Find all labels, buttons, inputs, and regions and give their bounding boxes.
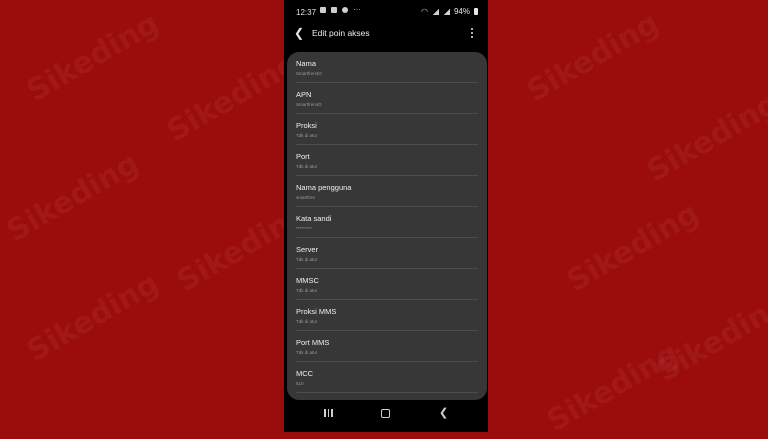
watermark-text: Sikeding <box>641 85 768 190</box>
setting-row[interactable]: Proksi Tdk di atur <box>296 114 478 145</box>
back-arrow-icon[interactable]: ❮ <box>294 26 304 40</box>
setting-label: MMSC <box>296 276 319 285</box>
setting-value: Smartfren4G <box>296 102 322 107</box>
setting-label: APN <box>296 90 312 99</box>
setting-value: Tdk di atur <box>296 257 318 262</box>
upload-icon <box>320 7 326 13</box>
watermark-text: Sikeding <box>651 285 768 390</box>
more-vert-icon[interactable] <box>471 28 474 40</box>
home-icon[interactable] <box>381 409 390 418</box>
setting-value: smartfren <box>296 195 316 200</box>
setting-value: Smartfren4G <box>296 71 322 76</box>
watermark-text: Sikeding <box>1 145 145 250</box>
setting-label: Port <box>296 152 310 161</box>
watermark-text: Sikeding <box>541 335 685 439</box>
status-bar: 12:37 ··· ◠ 94% <box>284 0 488 22</box>
nav-bar: ❮ <box>284 400 488 432</box>
setting-row[interactable]: Port MMS Tdk di atur <box>296 331 478 362</box>
watermark-text: Sikeding <box>521 5 665 110</box>
settings-list: Nama Smartfren4G APN Smartfren4G Proksi Tdk d… <box>287 52 487 400</box>
status-right: ◠ 94% <box>421 7 478 16</box>
setting-value: Tdk di atur <box>296 350 318 355</box>
battery-percent: 94% <box>453 7 470 16</box>
setting-row[interactable]: Nama Smartfren4G <box>296 52 478 83</box>
setting-value: Tdk di atur <box>296 288 318 293</box>
more-dots-icon: ··· <box>353 5 361 14</box>
signal-icon <box>442 8 450 15</box>
setting-label: Kata sandi <box>296 214 332 223</box>
setting-value: Tdk di atur <box>296 319 318 324</box>
setting-label: Proksi MMS <box>296 307 337 316</box>
app-bar: ❮ Edit poin akses <box>284 22 488 46</box>
watermark-text: Sikeding <box>561 195 705 300</box>
battery-icon <box>474 8 478 15</box>
recents-icon[interactable] <box>324 409 333 417</box>
status-time: 12:37 <box>296 8 317 17</box>
setting-label: Proksi <box>296 121 317 130</box>
phone-screen: 12:37 ··· ◠ 94% ❮ Edit poin akses Nama Sm… <box>284 0 488 432</box>
setting-row[interactable]: MMSC Tdk di atur <box>296 269 478 300</box>
wifi-icon: ◠ <box>421 7 428 16</box>
setting-value: Tdk di atur <box>296 133 318 138</box>
setting-row[interactable]: APN Smartfren4G <box>296 83 478 114</box>
setting-row[interactable]: Nama pengguna smartfren <box>296 176 478 207</box>
watermark-text: Sikeding <box>21 265 165 370</box>
watermark-text: Sikeding <box>21 5 165 110</box>
data-saver-icon <box>342 7 348 13</box>
setting-row[interactable]: MNC <box>296 393 478 400</box>
notification-icons: ··· <box>320 5 361 14</box>
page-title: Edit poin akses <box>312 28 370 38</box>
signal-icon <box>431 8 439 15</box>
setting-label: MCC <box>296 369 314 378</box>
setting-row[interactable]: Port Tdk di atur <box>296 145 478 176</box>
setting-value: 510 <box>296 381 304 386</box>
mail-icon <box>331 7 337 13</box>
setting-label: Port MMS <box>296 338 330 347</box>
setting-row[interactable]: Proksi MMS Tdk di atur <box>296 300 478 331</box>
nav-back-icon[interactable]: ❮ <box>439 406 448 419</box>
setting-row[interactable]: Server Tdk di atur <box>296 238 478 269</box>
setting-row[interactable]: Kata sandi ********* <box>296 207 478 238</box>
setting-label: Nama <box>296 59 317 68</box>
setting-value: Tdk di atur <box>296 164 318 169</box>
setting-label: Nama pengguna <box>296 183 352 192</box>
setting-label: Server <box>296 245 319 254</box>
setting-row[interactable]: MCC 510 <box>296 362 478 393</box>
setting-value: ********* <box>296 226 312 231</box>
